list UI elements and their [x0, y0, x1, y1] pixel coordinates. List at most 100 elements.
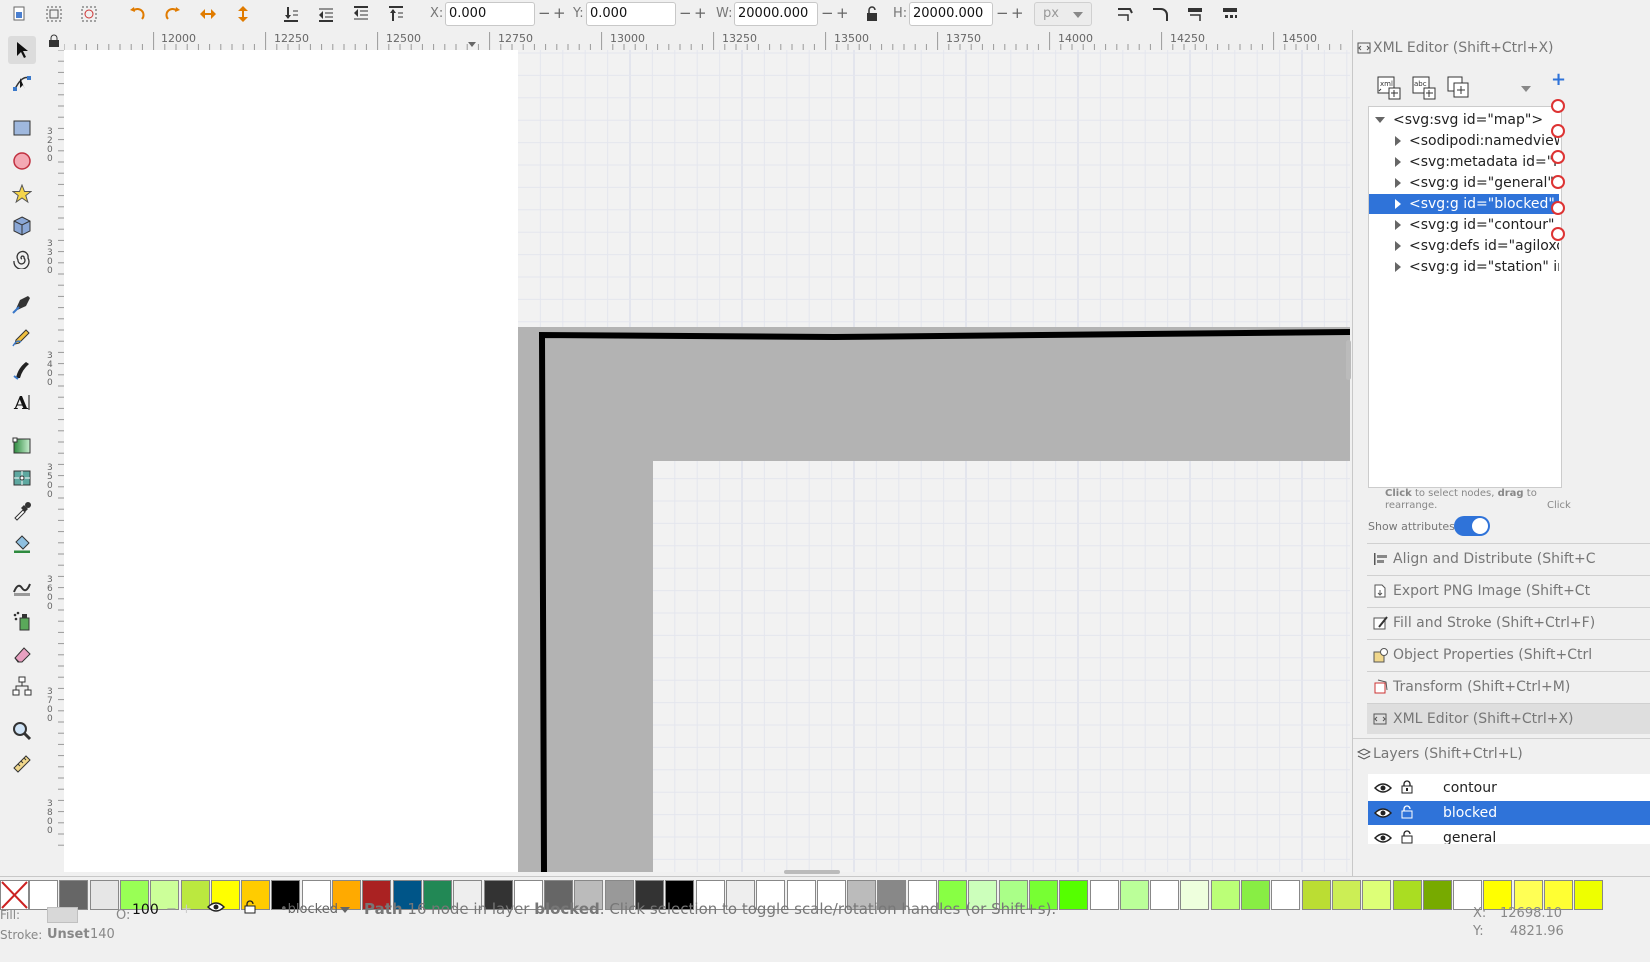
layer-row-selected[interactable]: blocked: [1368, 801, 1650, 825]
text-tool-icon[interactable]: A: [8, 388, 36, 416]
lock-ratio-icon[interactable]: [861, 3, 883, 25]
color-swatch[interactable]: [89, 880, 119, 910]
x-increment-button[interactable]: +: [553, 2, 566, 24]
opacity-input[interactable]: 100: [128, 898, 164, 922]
ellipse-tool-icon[interactable]: [8, 147, 36, 175]
color-swatch[interactable]: [1271, 880, 1301, 910]
selector-tool-icon[interactable]: [8, 36, 36, 64]
connector-tool-icon[interactable]: [8, 672, 36, 700]
layer-visibility-eye-icon[interactable]: [207, 901, 225, 913]
new-text-node-icon[interactable]: abc: [1410, 74, 1438, 102]
xml-editor-header[interactable]: XML Editor (Shift+Ctrl+X): [1353, 34, 1650, 62]
rectangle-tool-icon[interactable]: [8, 114, 36, 142]
current-layer-select[interactable]: •blocked: [272, 898, 354, 922]
new-element-node-icon[interactable]: xml: [1375, 74, 1403, 102]
color-swatch[interactable]: [1089, 880, 1119, 910]
opacity-increment-button[interactable]: +: [181, 898, 192, 922]
rotate-cw-icon[interactable]: [162, 3, 184, 25]
dock-xml-editor[interactable]: XML Editor (Shift+Ctrl+X): [1367, 703, 1650, 734]
scale-stroke-icon[interactable]: [1114, 3, 1136, 25]
xml-node[interactable]: <svg:g id="general" i: [1369, 173, 1559, 193]
unit-select[interactable]: px: [1034, 2, 1092, 26]
opacity-decrement-button[interactable]: −: [166, 898, 177, 922]
delete-attribute-icon[interactable]: [1551, 175, 1565, 189]
xml-node[interactable]: <svg:g id="station" in: [1369, 257, 1559, 277]
xml-node-selected[interactable]: <svg:g id="blocked" i: [1369, 194, 1559, 214]
raise-icon[interactable]: [350, 3, 372, 25]
delete-attribute-icon[interactable]: [1551, 227, 1565, 241]
color-swatch[interactable]: [1574, 880, 1604, 910]
dock-transform[interactable]: Transform (Shift+Ctrl+M): [1367, 671, 1650, 702]
dock-object-properties[interactable]: Object Properties (Shift+Ctrl: [1367, 639, 1650, 670]
scale-corners-icon[interactable]: [1149, 3, 1171, 25]
raise-to-top-icon[interactable]: [385, 3, 407, 25]
measure-tool-icon[interactable]: [8, 750, 36, 778]
lower-to-bottom-icon[interactable]: [280, 3, 302, 25]
dock-fill-stroke[interactable]: Fill and Stroke (Shift+Ctrl+F): [1367, 607, 1650, 638]
x-input[interactable]: 0.000: [445, 2, 535, 26]
y-increment-button[interactable]: +: [694, 2, 707, 24]
delete-attribute-icon[interactable]: [1551, 201, 1565, 215]
star-tool-icon[interactable]: [8, 180, 36, 208]
color-swatch[interactable]: [1150, 880, 1180, 910]
layers-list[interactable]: contour blocked general: [1368, 774, 1650, 844]
rotate-ccw-icon[interactable]: [126, 3, 148, 25]
mesh-tool-icon[interactable]: [8, 464, 36, 492]
xml-node-tree[interactable]: <svg:svg id="map"> <sodipodi:namedview <…: [1368, 106, 1562, 488]
xml-node[interactable]: <svg:defs id="agiloxo: [1369, 236, 1559, 256]
document-icon[interactable]: [8, 3, 30, 25]
layer-row[interactable]: contour: [1368, 776, 1650, 800]
spiral-tool-icon[interactable]: [8, 245, 36, 273]
color-swatch[interactable]: [1331, 880, 1361, 910]
3d-box-tool-icon[interactable]: [8, 212, 36, 240]
xml-node[interactable]: <svg:metadata id="m: [1369, 152, 1559, 172]
h-decrement-button[interactable]: −: [996, 2, 1009, 24]
show-attributes-toggle[interactable]: [1454, 516, 1490, 536]
y-decrement-button[interactable]: −: [679, 2, 692, 24]
delete-attribute-icon[interactable]: [1551, 99, 1565, 113]
xml-node[interactable]: <svg:g id="contour" i: [1369, 215, 1559, 235]
x-decrement-button[interactable]: −: [538, 2, 551, 24]
flip-horizontal-icon[interactable]: [197, 3, 219, 25]
fill-indicator[interactable]: [47, 907, 78, 923]
y-input[interactable]: 0.000: [586, 2, 676, 26]
color-swatch[interactable]: [1362, 880, 1392, 910]
no-paint-swatch-icon[interactable]: [0, 880, 29, 910]
color-swatch[interactable]: [1301, 880, 1331, 910]
color-swatch[interactable]: [1422, 880, 1452, 910]
color-swatch[interactable]: [1210, 880, 1240, 910]
dock-align-distribute[interactable]: Align and Distribute (Shift+C: [1367, 543, 1650, 574]
xml-node[interactable]: <sodipodi:namedview: [1369, 131, 1559, 151]
more-options-chevron-icon[interactable]: [1521, 86, 1531, 92]
calligraphy-tool-icon[interactable]: [8, 356, 36, 384]
transform-patterns-icon[interactable]: [1219, 3, 1241, 25]
pen-tool-icon[interactable]: [8, 290, 36, 318]
dock-export-png[interactable]: Export PNG Image (Shift+Ct: [1367, 575, 1650, 606]
transform-gradients-icon[interactable]: [1184, 3, 1206, 25]
color-swatch[interactable]: [1180, 880, 1210, 910]
width-input[interactable]: 20000.000: [734, 2, 818, 26]
h-increment-button[interactable]: +: [1011, 2, 1024, 24]
layer-row[interactable]: general: [1368, 826, 1650, 844]
w-decrement-button[interactable]: −: [821, 2, 834, 24]
node-tool-icon[interactable]: [8, 68, 36, 96]
height-input[interactable]: 20000.000: [909, 2, 993, 26]
layers-header[interactable]: Layers (Shift+Ctrl+L): [1353, 738, 1650, 769]
color-swatch[interactable]: [1241, 880, 1270, 910]
stroke-width[interactable]: 140: [90, 927, 115, 942]
add-attribute-icon[interactable]: +: [1551, 71, 1567, 89]
paint-bucket-tool-icon[interactable]: [8, 529, 36, 557]
color-swatch[interactable]: [59, 880, 89, 910]
lower-icon[interactable]: [315, 3, 337, 25]
delete-attribute-icon[interactable]: [1551, 150, 1565, 164]
layer-lock-icon[interactable]: [244, 900, 256, 914]
dropper-tool-icon[interactable]: [8, 497, 36, 525]
w-increment-button[interactable]: +: [836, 2, 849, 24]
select-all-layers-icon[interactable]: [78, 3, 100, 25]
gradient-tool-icon[interactable]: [8, 432, 36, 460]
select-all-icon[interactable]: [43, 3, 65, 25]
pencil-tool-icon[interactable]: [8, 323, 36, 351]
stroke-value[interactable]: Unset: [47, 927, 90, 942]
color-swatch[interactable]: [29, 880, 58, 910]
tweak-tool-icon[interactable]: [8, 574, 36, 602]
